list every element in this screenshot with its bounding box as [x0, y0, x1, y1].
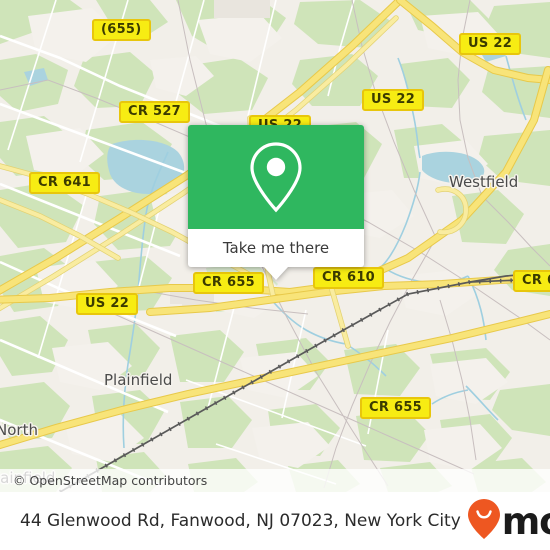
popup-header [188, 125, 364, 229]
location-popup[interactable]: Take me there [188, 125, 364, 280]
map-screenshot: .park { fill:#cfe4b9; } .park2 { fill:#d… [0, 0, 550, 550]
road-shield-cr613[interactable]: CR 613 [513, 270, 550, 292]
popup-body[interactable]: Take me there [188, 229, 364, 280]
osm-attribution: © OpenStreetMap contributors [0, 469, 550, 492]
road-shield-cr610[interactable]: CR 610 [313, 267, 385, 289]
road-shield-cr641[interactable]: CR 641 [29, 172, 101, 194]
road-shield-655[interactable]: (655) [92, 19, 151, 41]
map-pin-icon [247, 140, 305, 214]
road-shield-us22-sw[interactable]: US 22 [76, 293, 139, 315]
moovit-logo[interactable]: moovit [467, 498, 550, 545]
road-shield-us22-ne[interactable]: US 22 [459, 33, 522, 55]
bottom-bar: 44 Glenwood Rd, Fanwood, NJ 07023, New Y… [0, 492, 550, 550]
moovit-smiley-pin-icon [467, 498, 501, 545]
popup-tail [264, 267, 288, 280]
road-shield-cr655-s[interactable]: CR 655 [360, 397, 432, 419]
take-me-there-button[interactable]: Take me there [223, 239, 329, 257]
road-shield-us22-n[interactable]: US 22 [362, 89, 425, 111]
map-canvas[interactable]: .park { fill:#cfe4b9; } .park2 { fill:#d… [0, 0, 550, 492]
address-label: 44 Glenwood Rd, Fanwood, NJ 07023, New Y… [20, 511, 461, 531]
road-shield-cr527[interactable]: CR 527 [119, 101, 191, 123]
road-shield-cr655-n[interactable]: CR 655 [193, 272, 265, 294]
moovit-wordmark: moovit [501, 499, 550, 543]
